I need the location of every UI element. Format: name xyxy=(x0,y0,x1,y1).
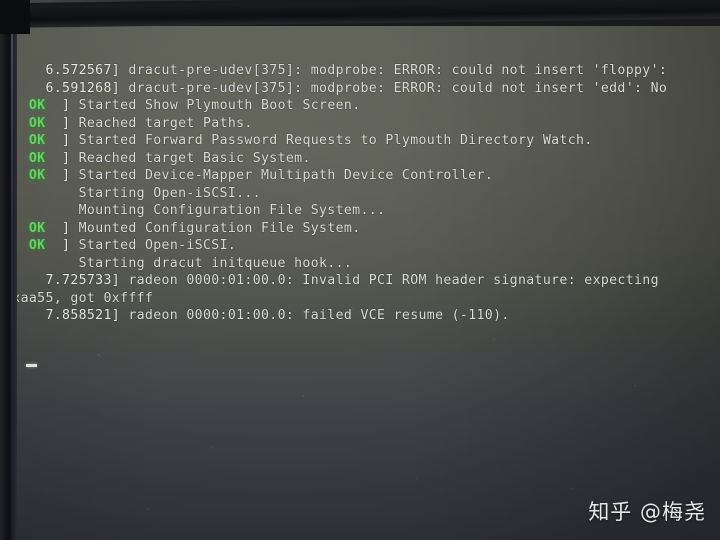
monitor-bezel-left xyxy=(0,0,17,540)
console-line: [ 7.725733] radeon 0000:01:00.0: Invalid… xyxy=(4,272,710,290)
status-badge-ok: OK xyxy=(28,115,46,131)
status-badge-ok: OK xyxy=(28,168,46,183)
status-bracket-close: ] xyxy=(45,220,79,236)
console-line: [ 6.572567] dracut-pre-udev[375]: modpro… xyxy=(4,62,710,80)
status-bracket-close: ] xyxy=(45,98,79,113)
kernel-message: radeon 0000:01:00.0: failed VCE resume (… xyxy=(120,308,510,323)
monitor-bezel-corner xyxy=(0,0,30,34)
boot-console-log: [ 6.572567] dracut-pre-udev[375]: modpro… xyxy=(4,62,710,325)
status-bracket-close: ] xyxy=(45,150,79,166)
progress-message: Mounting Configuration File System... xyxy=(4,203,386,218)
status-message: Started Show Plymouth Boot Screen. xyxy=(78,98,361,113)
kernel-message: dracut-pre-udev[375]: modprobe: ERROR: c… xyxy=(120,63,668,78)
zhihu-watermark: 知乎 @梅尧 xyxy=(588,500,706,524)
console-line: [ 6.591268] dracut-pre-udev[375]: modpro… xyxy=(4,80,710,98)
status-bracket-close: ] xyxy=(45,115,79,131)
status-message: Reached target Paths. xyxy=(78,115,253,131)
kernel-timestamp: [ 7.858521] xyxy=(4,308,121,323)
status-bracket-close: ] xyxy=(45,133,79,148)
status-message: Mounted Configuration File System. xyxy=(78,220,361,236)
status-message: Started Open-iSCSI. xyxy=(78,238,237,253)
kernel-timestamp: [ 6.591268] xyxy=(4,80,121,96)
monitor-photograph: [ 6.572567] dracut-pre-udev[375]: modpro… xyxy=(0,0,720,540)
monitor-bezel-left-highlight xyxy=(11,0,13,540)
status-badge-ok: OK xyxy=(28,238,46,253)
kernel-message: radeon 0000:01:00.0: Invalid PCI ROM hea… xyxy=(120,273,659,288)
console-line: Starting dracut initqueue hook... xyxy=(4,255,710,273)
kernel-timestamp: [ 7.725733] xyxy=(4,273,121,288)
kernel-timestamp: [ 6.572567] xyxy=(4,63,121,78)
status-badge-ok: OK xyxy=(28,150,46,166)
console-line: [ OK ] Started Forward Password Requests… xyxy=(4,132,710,150)
status-badge-ok: OK xyxy=(28,220,46,236)
kernel-message: dracut-pre-udev[375]: modprobe: ERROR: c… xyxy=(120,80,668,96)
console-line: [ OK ] Started Show Plymouth Boot Screen… xyxy=(4,97,710,115)
status-badge-ok: OK xyxy=(28,133,46,148)
console-line: [ 7.858521] radeon 0000:01:00.0: failed … xyxy=(4,307,710,325)
console-line: Mounting Configuration File System... xyxy=(4,202,710,220)
progress-message: Starting Open-iSCSI... xyxy=(4,185,261,201)
status-bracket-close: ] xyxy=(45,168,79,183)
status-message: Started Device-Mapper Multipath Device C… xyxy=(78,168,494,183)
status-message: Started Forward Password Requests to Ply… xyxy=(78,133,593,148)
console-line: [ OK ] Started Device-Mapper Multipath D… xyxy=(4,167,710,185)
console-line: [ OK ] Mounted Configuration File System… xyxy=(4,220,710,238)
text-cursor xyxy=(26,364,37,367)
console-line: Starting Open-iSCSI... xyxy=(4,185,710,203)
console-line: [ OK ] Started Open-iSCSI. xyxy=(4,237,710,255)
console-line: 0xaa55, got 0xffff xyxy=(4,290,710,308)
progress-message: Starting dracut initqueue hook... xyxy=(4,255,353,271)
console-line: [ OK ] Reached target Basic System. xyxy=(4,150,710,168)
console-line: [ OK ] Reached target Paths. xyxy=(4,115,710,133)
status-badge-ok: OK xyxy=(28,98,46,113)
status-message: Reached target Basic System. xyxy=(78,150,311,166)
wrapped-message: 0xaa55, got 0xffff xyxy=(4,290,154,306)
status-bracket-close: ] xyxy=(45,238,79,253)
monitor-bezel-top xyxy=(0,0,720,28)
